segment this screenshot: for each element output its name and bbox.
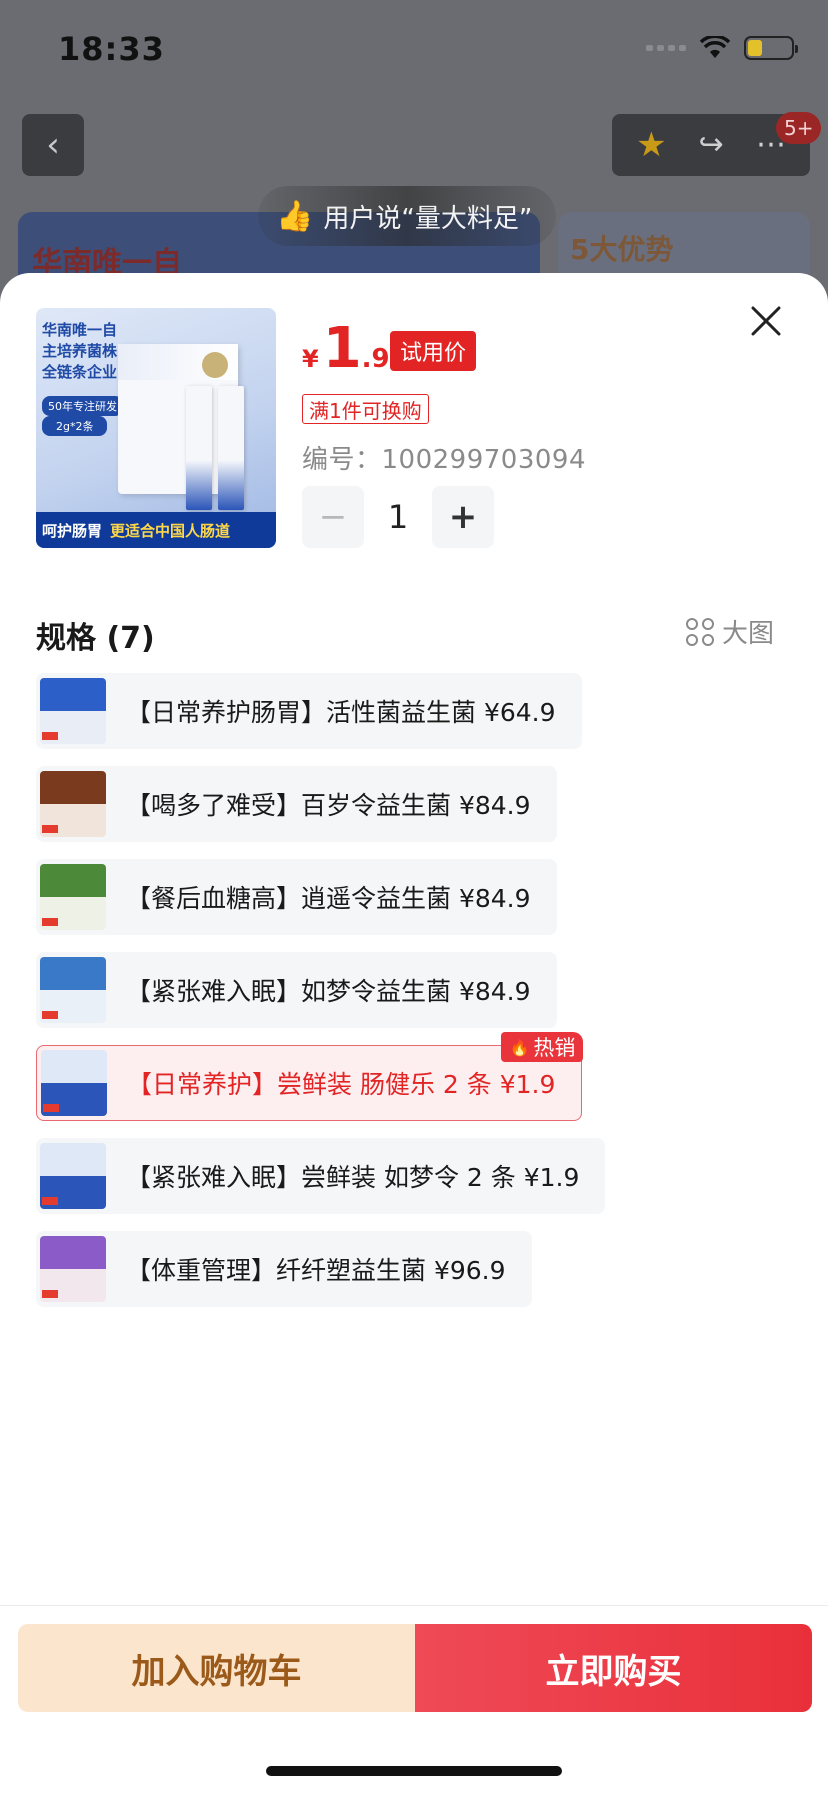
product-image-pill: 2g*2条 [42,416,108,436]
thumbs-up-icon: 👍 [276,198,314,234]
hot-sale-badge: 🔥 热销 [501,1032,584,1062]
back-button[interactable]: ‹ [22,114,84,176]
decrease-button[interactable]: − [302,486,364,548]
product-banner-highlight: 更适合中国人肠道 [110,521,231,540]
product-image-banner: 呵护肠胃 更适合中国人肠道 [36,512,276,548]
spec-option[interactable]: 【喝多了难受】百岁令益生菌 ¥84.9 [36,766,557,842]
product-stick-graphic [186,386,212,510]
background-page: 18:33 ‹ ★ ↪ ⋯ 5+ 华南唯一自 5大优势 👍 用户说“量大料足” [0,0,828,332]
spec-option-label: 【日常养护肠胃】活性菌益生菌 ¥64.9 [126,698,556,727]
price-symbol: ¥ [302,345,319,373]
increase-button[interactable]: + [432,486,494,548]
action-bar: 加入购物车 立即购买 [18,1624,812,1712]
product-image[interactable]: 华南唯一自 主培养菌株 全链条企业 50年专注研发 2g*2条 呵护肠胃 更适合… [36,308,276,548]
promo-tag: 满1件可换购 [302,394,429,424]
spec-title: 规格 (7) [36,621,155,656]
spec-option-label: 【体重管理】纤纤塑益生菌 ¥96.9 [126,1256,506,1285]
home-indicator [266,1766,562,1776]
product-image-line: 全链条企业 [42,363,118,381]
spec-option[interactable]: 【体重管理】纤纤塑益生菌 ¥96.9 [36,1231,532,1307]
spec-thumbnail [40,771,106,837]
user-review-bubble: 👍 用户说“量大料足” [258,186,557,246]
user-review-text: 用户说“量大料足” [323,203,533,234]
star-icon[interactable]: ★ [636,128,666,162]
share-icon[interactable]: ↪ [699,130,724,160]
grid-icon [686,617,714,646]
status-icons [646,36,798,60]
spec-option[interactable]: 【日常养护】尝鲜装 肠健乐 2 条 ¥1.9 🔥 热销 [36,1032,584,1121]
signal-icon [646,45,686,51]
price: ¥ 1 .9 [302,321,390,377]
price-decimal: .9 [361,344,390,374]
spec-thumbnail [41,1050,107,1116]
spec-thumbnail [40,1236,106,1302]
spec-option-label: 【紧张难入眠】尝鲜装 如梦令 2 条 ¥1.9 [126,1163,580,1192]
status-time: 18:33 [58,30,165,68]
hot-sale-label: 热销 [533,1036,576,1060]
battery-icon [744,36,798,60]
close-icon [751,306,781,336]
quantity-stepper: − 1 + [302,486,494,548]
big-image-label: 大图 [722,619,775,649]
spec-option-label: 【紧张难入眠】如梦令益生菌 ¥84.9 [126,977,531,1006]
spec-thumbnail [40,957,106,1023]
product-banner-text: 呵护肠胃 [42,521,103,540]
spec-option-label: 【喝多了难受】百岁令益生菌 ¥84.9 [126,791,531,820]
product-image-line: 华南唯一自 [42,321,118,339]
spec-option[interactable]: 【紧张难入眠】尝鲜装 如梦令 2 条 ¥1.9 [36,1138,606,1214]
price-integer: 1 [322,316,362,381]
sku-code: 编号：100299703094 [302,445,587,475]
quantity-value[interactable]: 1 [364,498,432,536]
spec-option[interactable]: 【餐后血糖高】逍遥令益生菌 ¥84.9 [36,859,557,935]
spec-option[interactable]: 【日常养护肠胃】活性菌益生菌 ¥64.9 [36,673,582,749]
buy-now-button[interactable]: 立即购买 [415,1624,812,1712]
divider [0,1605,828,1606]
big-image-toggle[interactable]: 大图 [686,613,774,650]
sku-selector-sheet: 华南唯一自 主培养菌株 全链条企业 50年专注研发 2g*2条 呵护肠胃 更适合… [0,273,828,1793]
wifi-icon [700,36,730,60]
background-banner-right-text: 5大优势 [570,233,674,266]
spec-thumbnail [40,678,106,744]
add-to-cart-button[interactable]: 加入购物车 [18,1624,415,1712]
product-stick-graphic [218,386,244,510]
product-image-pill: 50年专注研发 [42,396,123,416]
flame-icon: 🔥 [509,1037,530,1057]
spec-option-label: 【日常养护】尝鲜装 肠健乐 2 条 ¥1.9 [127,1070,556,1099]
spec-thumbnail [40,864,106,930]
trial-price-tag: 试用价 [390,331,477,371]
status-bar: 18:33 [0,0,828,100]
chevron-left-icon: ‹ [46,125,60,165]
spec-thumbnail [40,1143,106,1209]
notification-badge: 5+ [776,112,822,144]
spec-option-label: 【餐后血糖高】逍遥令益生菌 ¥84.9 [126,884,531,913]
spec-option[interactable]: 【紧张难入眠】如梦令益生菌 ¥84.9 [36,952,557,1028]
product-image-line: 主培养菌株 [42,342,118,360]
product-image-text: 华南唯一自 主培养菌株 全链条企业 [42,320,117,383]
close-button[interactable] [744,299,788,343]
